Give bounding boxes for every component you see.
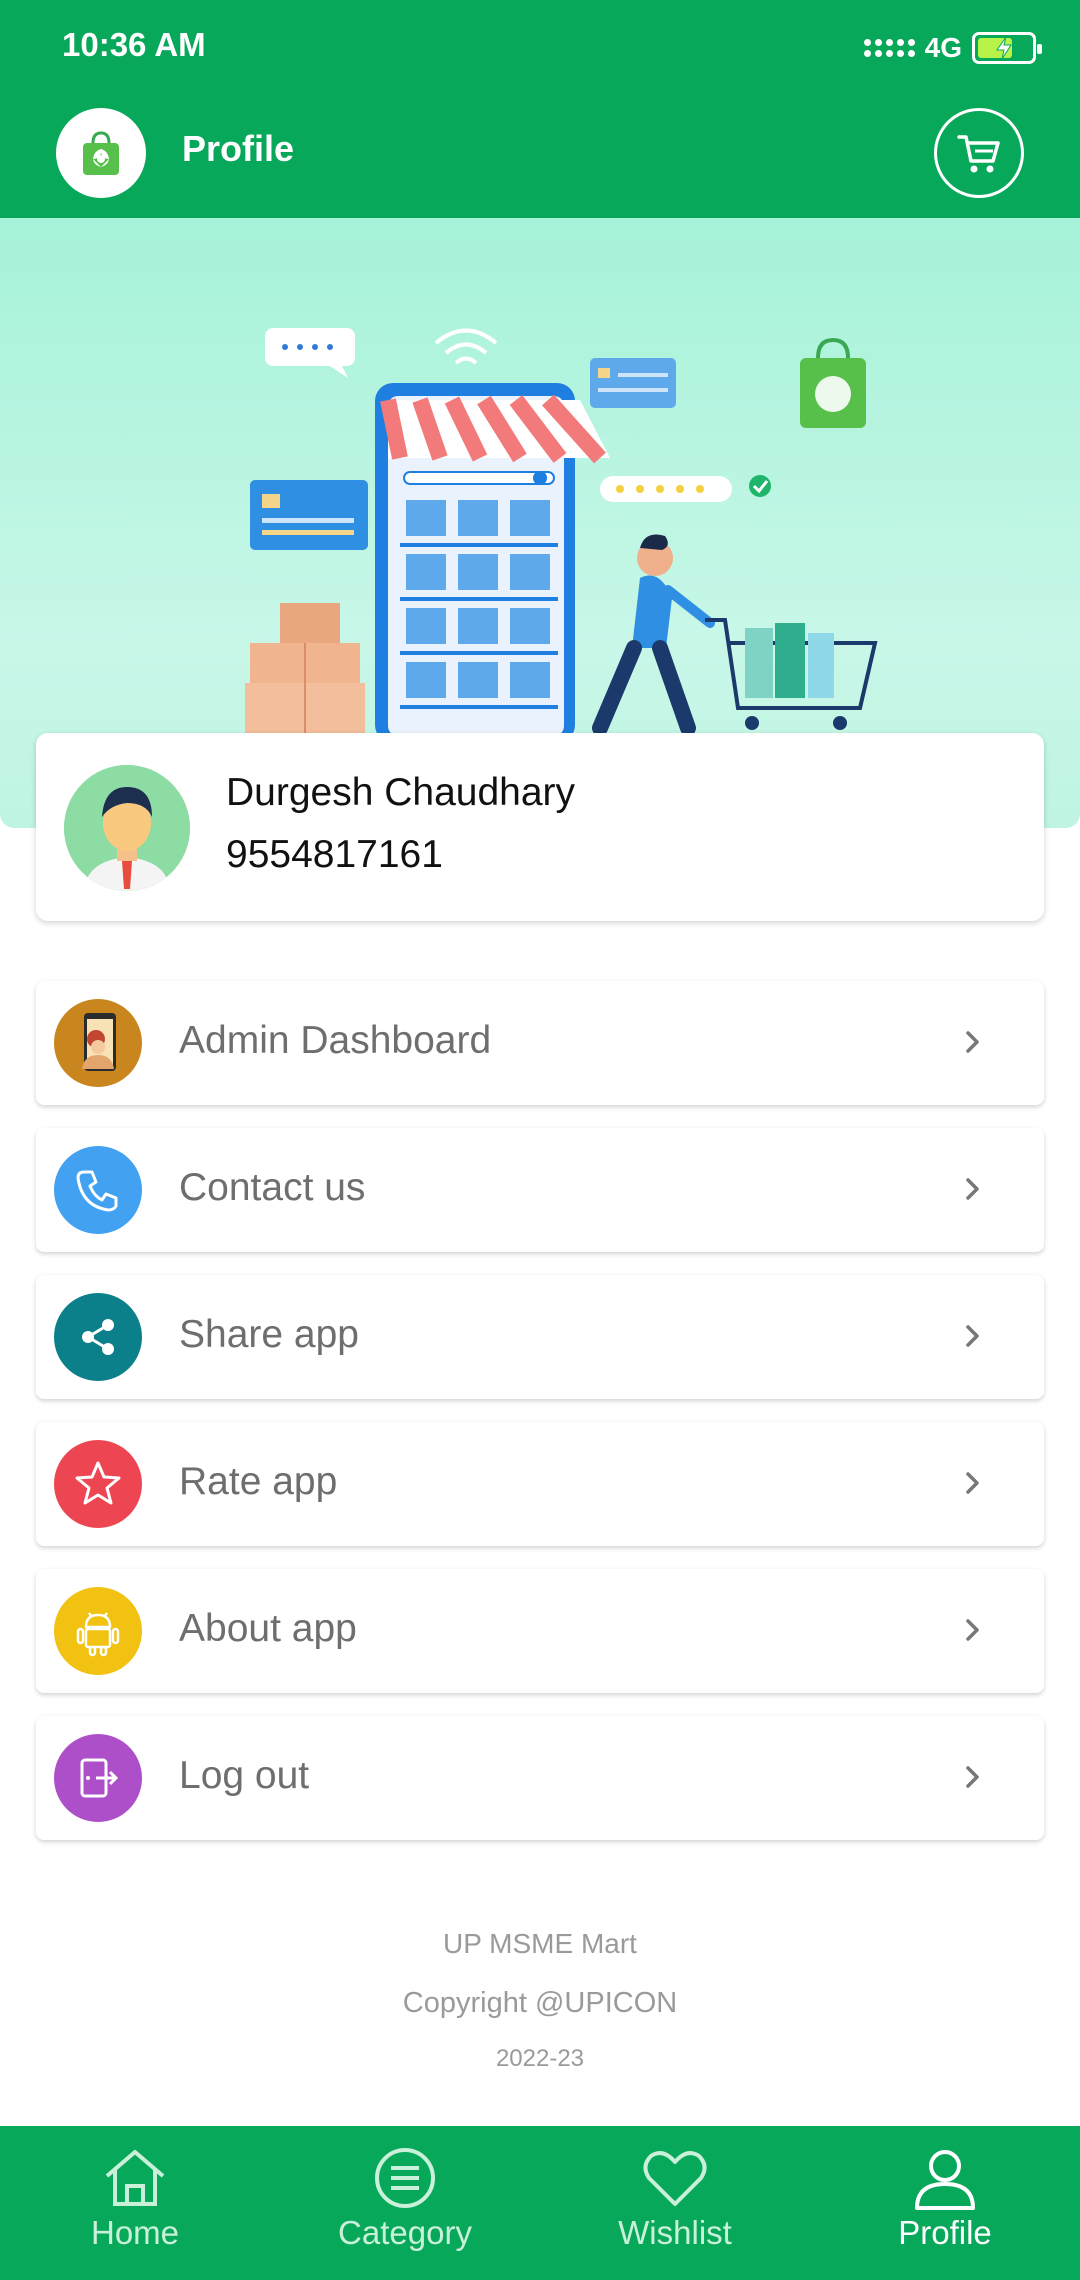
signal-icon: [863, 39, 915, 57]
status-time: 10:36 AM: [62, 26, 206, 63]
home-icon: [105, 2150, 165, 2206]
menu-item-rate-app[interactable]: Rate app: [36, 1422, 1044, 1546]
logout-icon: [54, 1734, 142, 1822]
menu-label: Log out: [179, 1754, 310, 1797]
chevron-right-icon: [966, 1766, 979, 1788]
chevron-right-icon: [966, 1472, 979, 1494]
menu-label: Rate app: [179, 1460, 338, 1503]
list-icon: [375, 2148, 435, 2208]
network-type: 4G: [924, 32, 962, 63]
admin-dashboard-icon: [54, 999, 142, 1087]
star-icon: [54, 1440, 142, 1528]
nav-label: Home: [90, 2214, 180, 2251]
chevron-right-icon: [966, 1325, 979, 1347]
footer-app-name: UP MSME Mart: [443, 1928, 637, 1959]
footer-year: 2022-23: [495, 2045, 585, 2072]
menu-label: Share app: [179, 1313, 359, 1356]
footer-copyright: Copyright @UPICON: [402, 1987, 678, 2019]
top-bar: 10:36 AM 4G Profile: [0, 0, 1080, 218]
phone-icon: [54, 1146, 142, 1234]
heart-icon: [643, 2151, 707, 2206]
chevron-right-icon: [966, 1031, 979, 1053]
app-logo: [56, 108, 146, 198]
chevron-right-icon: [966, 1178, 979, 1200]
page-title: Profile: [182, 128, 295, 169]
avatar-image: [64, 765, 190, 891]
menu-item-contact-us[interactable]: Contact us: [36, 1128, 1044, 1252]
share-icon: [54, 1293, 142, 1381]
status-icons: 4G: [863, 28, 1042, 68]
nav-home[interactable]: Home: [0, 2126, 270, 2280]
profile-phone: 9554817161: [226, 833, 443, 876]
shopping-bag-logo-icon: [83, 131, 119, 175]
nav-label: Category: [338, 2214, 472, 2251]
profile-name: Durgesh Chaudhary: [226, 771, 576, 814]
menu-label: Contact us: [179, 1166, 366, 1209]
menu-label: Admin Dashboard: [179, 1019, 492, 1062]
android-icon: [54, 1587, 142, 1675]
cart-button[interactable]: [934, 108, 1024, 198]
nav-label: Profile: [898, 2214, 992, 2251]
battery-icon: [972, 32, 1042, 64]
menu-item-about-app[interactable]: About app: [36, 1569, 1044, 1693]
user-icon: [915, 2150, 975, 2210]
nav-label: Wishlist: [618, 2214, 732, 2251]
menu-label: About app: [179, 1607, 357, 1650]
chevron-right-icon: [966, 1619, 979, 1641]
nav-profile[interactable]: Profile: [810, 2126, 1080, 2280]
menu-item-admin-dashboard[interactable]: Admin Dashboard: [36, 981, 1044, 1105]
bottom-nav: Home Category Wishlist Profile: [0, 2126, 1080, 2280]
nav-wishlist[interactable]: Wishlist: [540, 2126, 810, 2280]
menu-item-log-out[interactable]: Log out: [36, 1716, 1044, 1840]
menu-item-share-app[interactable]: Share app: [36, 1275, 1044, 1399]
profile-card: Durgesh Chaudhary 9554817161: [36, 733, 1044, 921]
nav-category[interactable]: Category: [270, 2126, 540, 2280]
cart-icon: [957, 135, 1000, 173]
avatar: [64, 765, 190, 891]
